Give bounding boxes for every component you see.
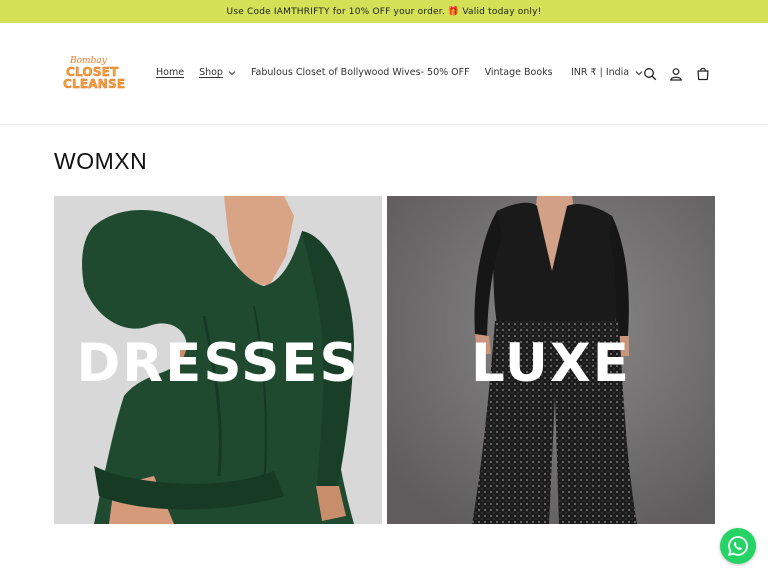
nav-item-shop[interactable]: Shop: [199, 67, 236, 78]
main-nav: Home Shop Fabulous Closet of Bollywood W…: [156, 67, 568, 78]
nav-item-label: Shop: [199, 67, 223, 78]
locale-label: INR ₹ | India: [571, 67, 630, 78]
section-title: WOMXN: [54, 148, 148, 174]
collection-label: DRESSES: [76, 333, 360, 394]
chevron-down-icon: [228, 69, 236, 77]
nav-item-label: Vintage Books: [484, 67, 553, 78]
collection-card-dresses[interactable]: DRESSES: [54, 196, 382, 524]
site-header: Bombay CLOSET CLEANSE Home Shop Fabulous…: [0, 23, 768, 125]
logo-line2: CLEANSE: [63, 77, 126, 91]
nav-item-home[interactable]: Home: [156, 67, 184, 78]
nav-item-label: Fabulous Closet of Bollywood Wives- 50% …: [250, 67, 470, 78]
whatsapp-icon: [728, 536, 748, 556]
announcement-bar: Use Code IAMTHRIFTY for 10% OFF your ord…: [0, 0, 768, 23]
locale-selector[interactable]: INR ₹ | India: [571, 67, 643, 78]
site-logo[interactable]: Bombay CLOSET CLEANSE: [58, 56, 130, 96]
nav-item-vintage-books[interactable]: Vintage Books: [485, 67, 553, 78]
search-icon[interactable]: [642, 66, 658, 82]
nav-item-bollywood[interactable]: Fabulous Closet of Bollywood Wives- 50% …: [251, 67, 470, 78]
whatsapp-chat-button[interactable]: [720, 528, 756, 564]
cart-icon[interactable]: [695, 66, 711, 82]
nav-item-label: Home: [156, 67, 185, 78]
collection-label: LUXE: [471, 333, 631, 394]
announcement-text: Use Code IAMTHRIFTY for 10% OFF your ord…: [226, 6, 542, 17]
account-icon[interactable]: [668, 66, 684, 82]
collection-card-luxe[interactable]: LUXE: [387, 196, 715, 524]
